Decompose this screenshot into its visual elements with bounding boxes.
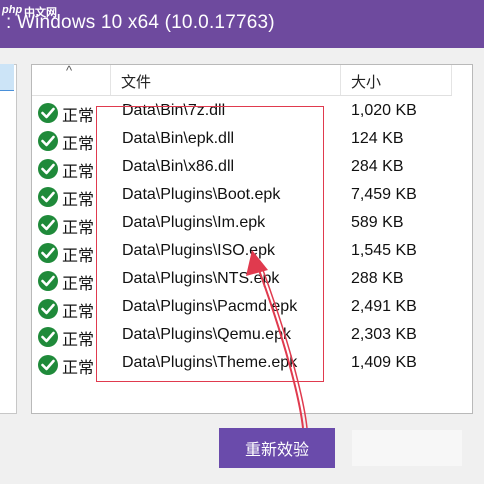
file-path: Data\Plugins\NTS.epk	[122, 270, 280, 287]
status-ok-icon	[38, 131, 58, 151]
file-path: Data\Plugins\ISO.epk	[122, 242, 275, 259]
status-text: 正常	[62, 136, 95, 153]
watermark: php 中文网	[0, 0, 60, 24]
table-row[interactable]: 正常 Data\Bin\epk.dll 124 KB	[32, 127, 452, 155]
table-row[interactable]: 正常 Data\Plugins\NTS.epk 288 KB	[32, 267, 452, 295]
table-row[interactable]: 正常 Data\Plugins\Boot.epk 7,459 KB	[32, 183, 452, 211]
table-row[interactable]: 正常 Data\Plugins\Qemu.epk 2,303 KB	[32, 323, 452, 351]
status-text: 正常	[62, 164, 95, 181]
table-row[interactable]: 正常 Data\Plugins\Pacmd.epk 2,491 KB	[32, 295, 452, 323]
header-size-label: 大小	[351, 74, 382, 91]
status-ok-icon	[38, 159, 58, 179]
status-ok-icon	[38, 243, 58, 263]
left-panel[interactable]	[0, 64, 17, 414]
table-row[interactable]: 正常 Data\Plugins\Im.epk 589 KB	[32, 211, 452, 239]
file-size: 284 KB	[351, 158, 404, 175]
list-header: ^ 文件 大小	[32, 63, 452, 96]
status-text: 正常	[62, 360, 95, 377]
file-size: 2,303 KB	[351, 326, 417, 343]
status-text: 正常	[62, 220, 95, 237]
header-status-column[interactable]: ^	[32, 63, 111, 95]
file-path: Data\Bin\x86.dll	[122, 158, 235, 175]
file-size: 288 KB	[351, 270, 404, 287]
status-ok-icon	[38, 299, 58, 319]
reverify-button[interactable]: 重新效验	[219, 428, 335, 468]
file-list[interactable]: ^ 文件 大小 正常 Data\Bin\7z.dll 1,020 KB 正常 Data\…	[31, 63, 473, 414]
header-size-column[interactable]: 大小	[341, 65, 452, 95]
table-row[interactable]: 正常 Data\Plugins\Theme.epk 1,409 KB	[32, 351, 452, 379]
status-text: 正常	[62, 192, 95, 209]
file-size: 124 KB	[351, 130, 404, 147]
watermark-text: 中文网	[24, 7, 57, 19]
header-file-column[interactable]: 文件	[111, 65, 341, 95]
file-size: 1,409 KB	[351, 354, 417, 371]
sort-chevron-icon: ^	[66, 63, 73, 78]
file-size: 7,459 KB	[351, 186, 417, 203]
status-text: 正常	[62, 332, 95, 349]
watermark-logo: php	[2, 4, 23, 16]
table-row[interactable]: 正常 Data\Plugins\ISO.epk 1,545 KB	[32, 239, 452, 267]
status-ok-icon	[38, 187, 58, 207]
status-ok-icon	[38, 215, 58, 235]
file-size: 2,491 KB	[351, 298, 417, 315]
file-path: Data\Bin\epk.dll	[122, 130, 235, 147]
status-text: 正常	[62, 304, 95, 321]
table-row[interactable]: 正常 Data\Bin\x86.dll 284 KB	[32, 155, 452, 183]
status-ok-icon	[38, 103, 58, 123]
header-file-label: 文件	[121, 74, 152, 91]
table-row[interactable]: 正常 Data\Bin\7z.dll 1,020 KB	[32, 99, 452, 127]
status-ok-icon	[38, 355, 58, 375]
status-ok-icon	[38, 271, 58, 291]
file-path: Data\Plugins\Boot.epk	[122, 186, 281, 203]
file-path: Data\Plugins\Im.epk	[122, 214, 266, 231]
file-size: 1,020 KB	[351, 102, 417, 119]
file-path: Data\Plugins\Qemu.epk	[122, 326, 291, 343]
file-path: Data\Plugins\Theme.epk	[122, 354, 298, 371]
status-text: 正常	[62, 248, 95, 265]
status-text: 正常	[62, 276, 95, 293]
disabled-button-placeholder	[352, 430, 462, 466]
title-bar: : Windows 10 x64 (10.0.17763)	[0, 0, 484, 48]
file-size: 589 KB	[351, 214, 404, 231]
file-path: Data\Plugins\Pacmd.epk	[122, 298, 298, 315]
left-panel-selected-item[interactable]	[0, 64, 14, 91]
file-path: Data\Bin\7z.dll	[122, 102, 226, 119]
status-ok-icon	[38, 327, 58, 347]
file-size: 1,545 KB	[351, 242, 417, 259]
status-text: 正常	[62, 108, 95, 125]
